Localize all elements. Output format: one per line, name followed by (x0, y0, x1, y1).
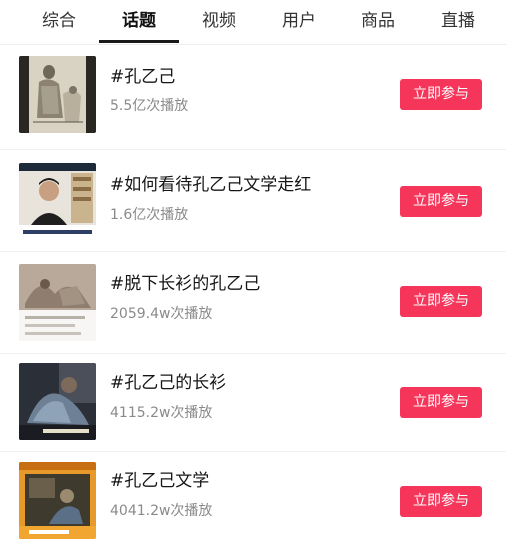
join-button[interactable]: 立即参与 (400, 387, 482, 418)
topic-title[interactable]: #孔乙己 (110, 66, 175, 88)
tab-videos[interactable]: 视频 (201, 8, 237, 34)
row-divider (0, 251, 506, 252)
topic-title[interactable]: #孔乙己文学 (110, 470, 209, 492)
topic-row[interactable]: #孔乙己 5.5亿次播放 立即参与 (0, 45, 506, 145)
tab-live[interactable]: 直播 (440, 8, 476, 34)
topic-title[interactable]: #脱下长衫的孔乙己 (110, 273, 260, 295)
join-button[interactable]: 立即参与 (400, 186, 482, 217)
topic-row[interactable]: #如何看待孔乙己文学走红 1.6亿次播放 立即参与 (0, 151, 506, 251)
row-divider (0, 451, 506, 452)
topic-row[interactable]: #孔乙己的长衫 4115.2w次播放 立即参与 (0, 355, 506, 455)
row-divider (0, 353, 506, 354)
topic-thumbnail[interactable] (19, 56, 96, 133)
join-button[interactable]: 立即参与 (400, 486, 482, 517)
row-divider (0, 149, 506, 150)
topic-play-count: 1.6亿次播放 (110, 207, 189, 223)
topic-list: #孔乙己 5.5亿次播放 立即参与 #如何看待孔乙己文学走红 1.6亿次播放 立… (0, 45, 506, 555)
tab-products[interactable]: 商品 (360, 8, 396, 34)
topic-thumbnail[interactable] (19, 363, 96, 440)
active-tab-indicator (99, 40, 179, 43)
join-button[interactable]: 立即参与 (400, 286, 482, 317)
topic-title[interactable]: #孔乙己的长衫 (110, 372, 226, 394)
topic-play-count: 2059.4w次播放 (110, 306, 213, 322)
topic-play-count: 4115.2w次播放 (110, 405, 213, 421)
topic-play-count: 4041.2w次播放 (110, 503, 213, 519)
topic-title[interactable]: #如何看待孔乙己文学走红 (110, 174, 311, 196)
topic-thumbnail[interactable] (19, 264, 96, 341)
join-button[interactable]: 立即参与 (400, 79, 482, 110)
topic-play-count: 5.5亿次播放 (110, 98, 189, 114)
topic-row[interactable]: #脱下长衫的孔乙己 2059.4w次播放 立即参与 (0, 253, 506, 353)
tab-comprehensive[interactable]: 综合 (41, 8, 77, 34)
search-results-screen: 综合 话题 视频 用户 商品 直播 #孔乙己 5.5亿次播放 立即参与 #如何看… (0, 0, 506, 555)
search-tabs: 综合 话题 视频 用户 商品 直播 (0, 0, 506, 45)
topic-row[interactable]: #孔乙己文学 4041.2w次播放 立即参与 (0, 453, 506, 553)
tab-users[interactable]: 用户 (281, 8, 317, 34)
tab-topics[interactable]: 话题 (121, 8, 157, 34)
topic-thumbnail[interactable] (19, 462, 96, 539)
topic-thumbnail[interactable] (19, 163, 96, 240)
